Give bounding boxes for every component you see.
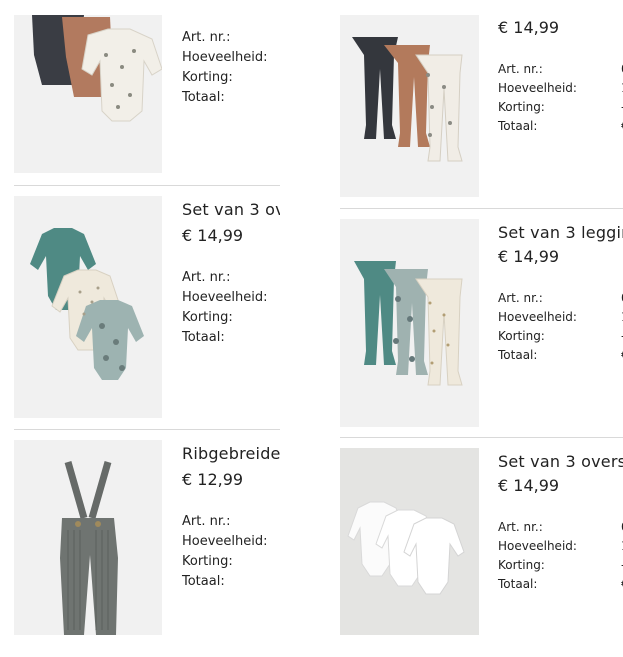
product-item[interactable]: Set van 3 ov• € 14,99 Art. nr.: Hoeveelh… — [0, 186, 280, 430]
product-title[interactable]: Set van 3 oversla — [498, 452, 623, 472]
product-details: Set van 3 oversla € 14,99 Art. nr.: Hoev… — [498, 452, 623, 594]
quantity-label: Hoeveelheid: — [182, 290, 268, 305]
product-item[interactable]: Set van 3 oversla € 14,99 Art. nr.: Hoev… — [340, 438, 623, 657]
discount-label: Korting: — [498, 100, 545, 114]
product-item[interactable]: Art. nr.: Hoeveelheid: Korting: Totaal: — [0, 0, 280, 180]
total-label: Totaal: — [498, 119, 538, 133]
product-price: € 14,99 — [498, 247, 560, 266]
discount-label: Korting: — [498, 329, 545, 343]
product-item[interactable]: Set van 3 legging € 14,99 Art. nr.: Hoev… — [340, 209, 623, 437]
product-details: Ribgebreide € 12,99 Art. nr.: Hoeveelhei… — [182, 444, 280, 592]
total-label: Totaal: — [182, 330, 225, 345]
art-nr-label: Art. nr.: — [182, 30, 231, 45]
quantity-label: Hoeveelheid: — [498, 539, 577, 553]
product-details: Art. nr.: Hoeveelheid: Korting: Totaal: — [182, 28, 268, 108]
quantity-label: Hoeveelheid: — [498, 310, 577, 324]
product-item[interactable]: Ribgebreide € 12,99 Art. nr.: Hoeveelhei… — [0, 430, 280, 657]
art-nr-label: Art. nr.: — [498, 291, 543, 305]
product-price: € 12,99 — [182, 470, 244, 489]
art-nr-label: Art. nr.: — [182, 270, 231, 285]
art-nr-label: Art. nr.: — [498, 62, 543, 76]
product-title[interactable]: Set van 3 ov• — [182, 200, 280, 220]
discount-label: Korting: — [182, 310, 233, 325]
quantity-label: Hoeveelheid: — [498, 81, 577, 95]
product-image-leggings[interactable] — [340, 219, 479, 427]
quantity-label: Hoeveelheid: — [182, 50, 268, 65]
discount-label: Korting: — [498, 558, 545, 572]
order-list-right: € 14,99 Art. nr.: Hoeveelheid: Korting: … — [340, 0, 623, 657]
product-image-leggings[interactable] — [340, 15, 479, 197]
art-nr-label: Art. nr.: — [182, 514, 231, 529]
product-image-bodysuits[interactable] — [14, 196, 162, 418]
product-details: Set van 3 legging € 14,99 Art. nr.: Hoev… — [498, 223, 623, 365]
product-price: € 14,99 — [498, 18, 560, 37]
total-label: Totaal: — [498, 348, 538, 362]
product-image-knit-trousers[interactable] — [14, 440, 162, 635]
product-price: € 14,99 — [498, 476, 560, 495]
total-label: Totaal: — [498, 577, 538, 591]
quantity-label: Hoeveelheid: — [182, 534, 268, 549]
order-list-left: Art. nr.: Hoeveelheid: Korting: Totaal: … — [0, 0, 280, 657]
product-details: Set van 3 ov• € 14,99 Art. nr.: Hoeveelh… — [182, 200, 280, 348]
product-price: € 14,99 — [182, 226, 244, 245]
total-label: Totaal: — [182, 574, 225, 589]
discount-label: Korting: — [182, 554, 233, 569]
product-image-bodysuits[interactable] — [14, 15, 162, 173]
art-nr-label: Art. nr.: — [498, 520, 543, 534]
discount-label: Korting: — [182, 70, 233, 85]
product-details: € 14,99 Art. nr.: Hoeveelheid: Korting: … — [498, 18, 623, 136]
product-title[interactable]: Set van 3 legging — [498, 223, 623, 243]
total-label: Totaal: — [182, 90, 225, 105]
product-item[interactable]: € 14,99 Art. nr.: Hoeveelheid: Korting: … — [340, 0, 623, 208]
product-title[interactable]: Ribgebreide — [182, 444, 280, 464]
product-image-wrap-bodysuits[interactable] — [340, 448, 479, 635]
